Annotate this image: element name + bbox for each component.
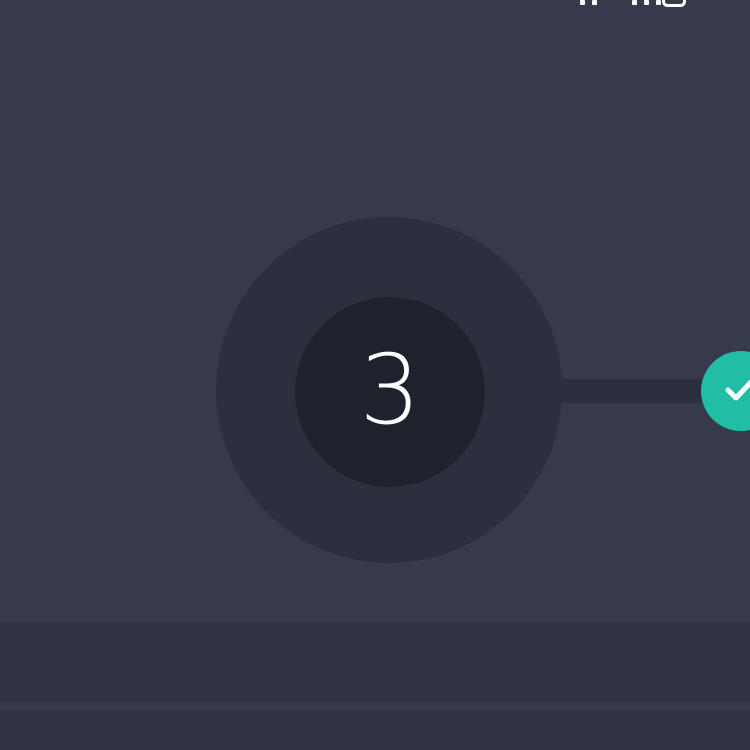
bottom-panel-secondary xyxy=(0,710,750,750)
checkmark-icon xyxy=(725,379,750,401)
current-step-circle[interactable]: 3 xyxy=(295,297,485,487)
screen: 3 xyxy=(0,0,750,750)
bottom-divider xyxy=(0,702,750,710)
completed-step-circle[interactable] xyxy=(701,351,750,431)
status-bar xyxy=(570,0,750,10)
current-step-number: 3 xyxy=(359,334,421,446)
signal-icon xyxy=(580,0,606,8)
bottom-panel xyxy=(0,622,750,702)
wifi-icon xyxy=(632,0,688,8)
